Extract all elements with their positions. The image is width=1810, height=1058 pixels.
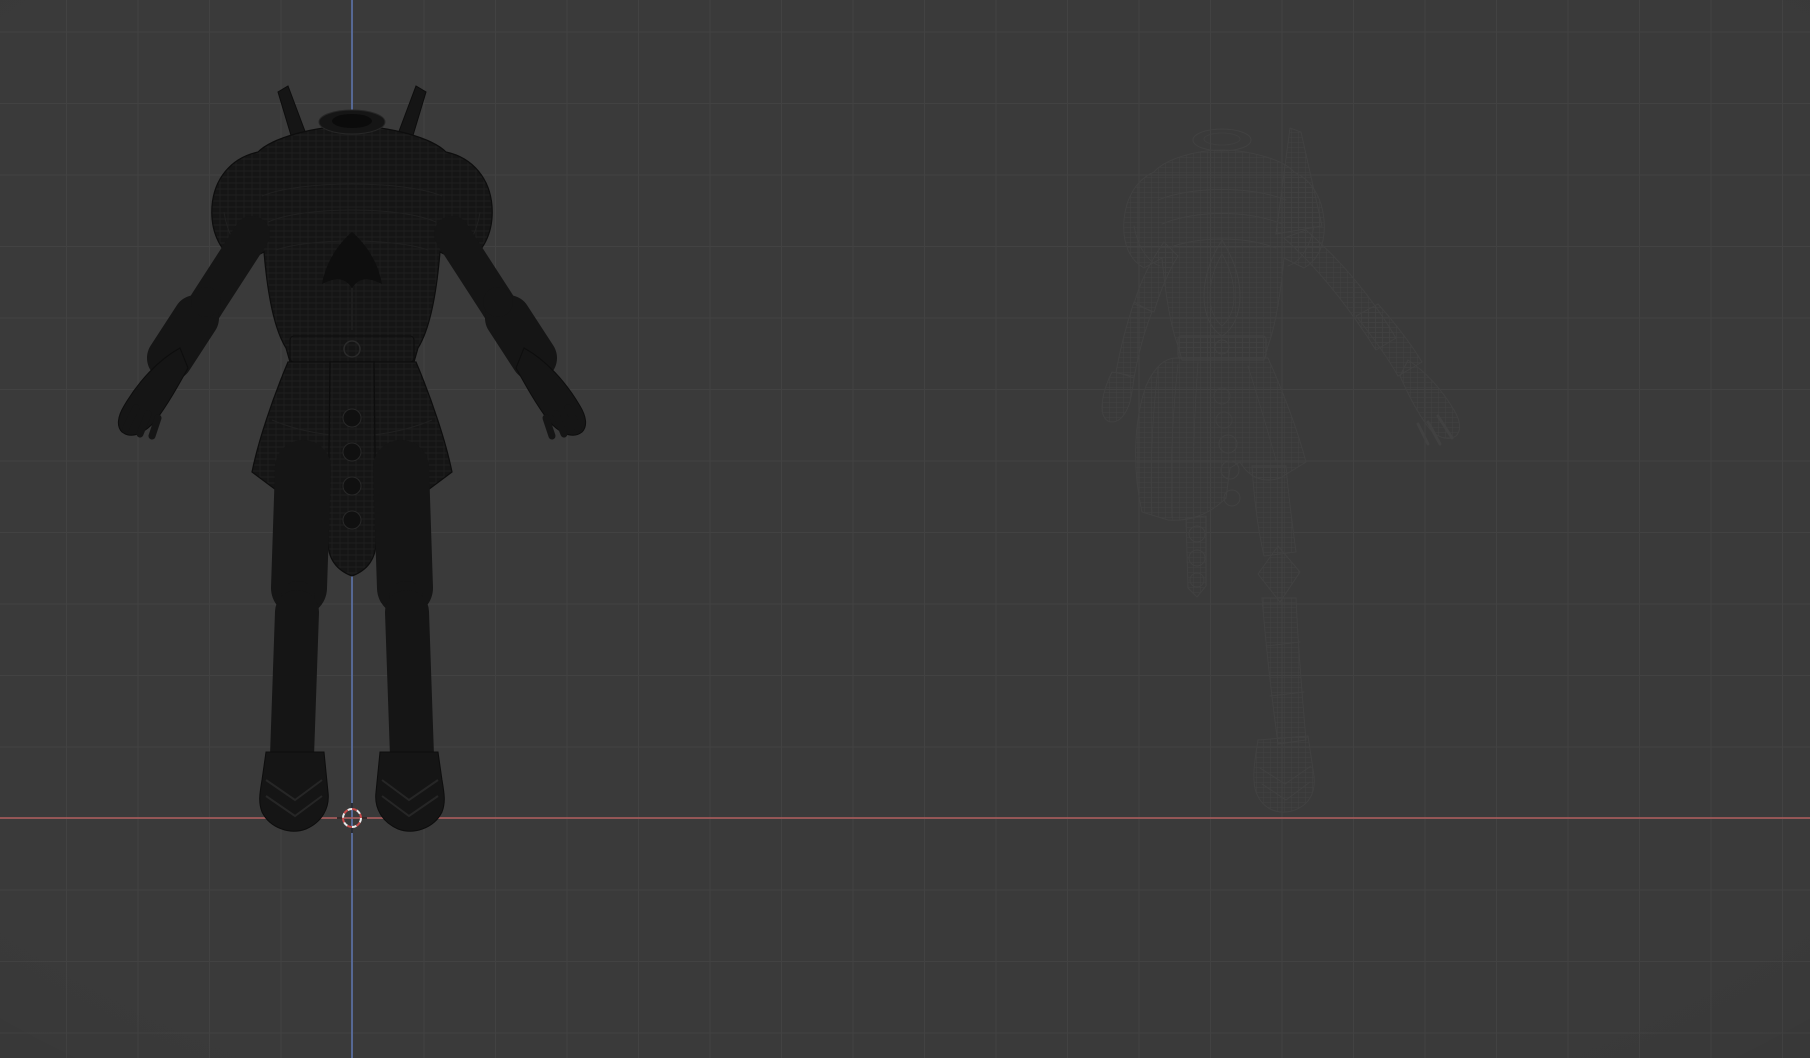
left-boot[interactable] — [259, 751, 329, 832]
right-arm[interactable] — [1283, 229, 1423, 377]
belt[interactable] — [1177, 335, 1267, 359]
left-arm[interactable] — [147, 216, 270, 381]
viewport-3d[interactable] — [0, 0, 1810, 1058]
torso-and-pauldrons[interactable] — [1123, 149, 1325, 361]
right-boot[interactable] — [1253, 735, 1315, 813]
right-arm[interactable] — [434, 216, 557, 381]
right-leg[interactable] — [373, 440, 434, 778]
right-leg[interactable] — [1251, 465, 1307, 745]
center-tabard[interactable] — [327, 361, 377, 577]
collar[interactable] — [318, 109, 386, 135]
right-boot[interactable] — [375, 751, 445, 832]
armor-model-solid[interactable] — [117, 85, 587, 832]
collar[interactable] — [1192, 128, 1252, 152]
hanging-strap[interactable] — [1185, 515, 1207, 598]
scene-layer — [117, 85, 1461, 833]
right-gauntlet[interactable] — [1399, 359, 1461, 446]
left-leg[interactable] — [270, 440, 331, 778]
armor-model-wireframe[interactable] — [1101, 127, 1461, 813]
cursor-3d — [337, 803, 367, 833]
belt[interactable] — [289, 335, 415, 363]
